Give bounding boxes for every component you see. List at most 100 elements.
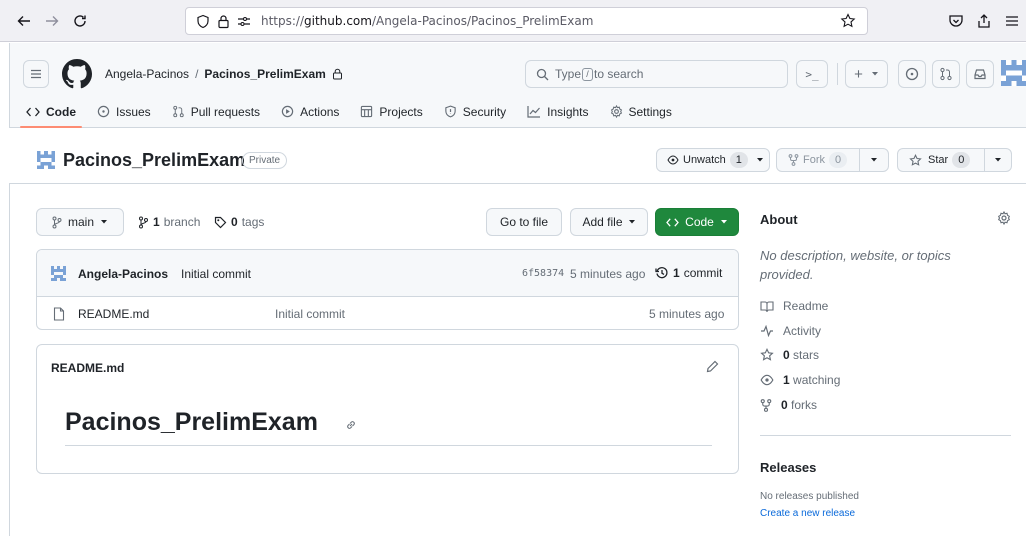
hamburger-button[interactable] xyxy=(23,60,49,88)
code-button[interactable]: Code xyxy=(655,208,739,236)
branch-word: branch xyxy=(163,215,201,229)
star-dropdown-button[interactable] xyxy=(984,148,1012,172)
unwatch-button[interactable]: Unwatch 1 xyxy=(656,148,770,172)
tab-actions[interactable]: Actions xyxy=(281,103,339,128)
stars-count: 0 xyxy=(783,348,790,362)
tag-count: 0 xyxy=(231,215,238,229)
branches-link[interactable]: 1 branch xyxy=(138,215,200,229)
commit-count: 1 xyxy=(673,266,680,280)
back-arrow-icon[interactable] xyxy=(14,11,34,31)
releases-title[interactable]: Releases xyxy=(760,460,816,475)
forks-link[interactable]: 0 forks xyxy=(760,398,817,412)
forks-count: 0 xyxy=(781,398,788,412)
commit-author[interactable]: Angela-Pacinos xyxy=(78,267,168,281)
breadcrumb: Angela-Pacinos / Pacinos_PrelimExam xyxy=(105,67,343,81)
tab-label: Security xyxy=(462,104,507,119)
search-input[interactable]: Type / to search xyxy=(525,60,788,88)
file-list: Angela-Pacinos Initial commit 6f58374 5 … xyxy=(36,249,739,330)
create-new-button[interactable]: + xyxy=(845,60,888,88)
add-file-button[interactable]: Add file xyxy=(570,208,648,236)
tag-icon xyxy=(214,216,227,229)
star-count: 0 xyxy=(952,152,971,168)
browser-toolbar: https://github.com/Angela-Pacinos/Pacino… xyxy=(0,0,1026,42)
branch-icon xyxy=(138,216,149,229)
search-placeholder-prefix: Type xyxy=(555,67,582,81)
commit-author-avatar[interactable] xyxy=(51,266,66,281)
tag-word: tags xyxy=(241,215,265,229)
shield-outline-icon[interactable] xyxy=(196,14,210,29)
lock-icon[interactable] xyxy=(217,14,230,29)
tab-label: Projects xyxy=(379,104,423,119)
readme-link[interactable]: Readme xyxy=(760,299,828,313)
command-palette-button[interactable]: >_ xyxy=(796,60,828,88)
link-icon[interactable] xyxy=(345,419,357,431)
inbox-button[interactable] xyxy=(966,60,994,88)
repo-link[interactable]: Pacinos_PrelimExam xyxy=(204,67,325,81)
about-settings-icon[interactable] xyxy=(997,211,1011,225)
watchers-link[interactable]: 1 watching xyxy=(760,373,840,387)
forward-arrow-icon[interactable] xyxy=(42,11,62,31)
readme-box: README.md Pacinos_PrelimExam xyxy=(36,344,739,474)
commit-hash[interactable]: 6f58374 xyxy=(522,268,564,279)
commit-message[interactable]: Initial commit xyxy=(181,267,251,281)
reload-icon[interactable] xyxy=(70,11,90,31)
tab-issues[interactable]: Issues xyxy=(97,103,151,128)
bookmark-star-icon[interactable] xyxy=(840,13,856,29)
tab-settings[interactable]: Settings xyxy=(610,103,672,128)
file-commit-time: 5 minutes ago xyxy=(649,307,725,321)
caret-down-icon xyxy=(628,220,635,224)
heading-divider xyxy=(65,445,712,446)
code-icon xyxy=(26,106,40,118)
caret-down-icon xyxy=(871,72,878,76)
file-commit-message[interactable]: Initial commit xyxy=(275,307,345,321)
tab-insights[interactable]: Insights xyxy=(527,103,589,128)
star-button[interactable]: Star 0 xyxy=(897,148,985,172)
owner-link[interactable]: Angela-Pacinos xyxy=(105,67,189,81)
fork-label: Fork xyxy=(803,154,825,166)
tab-label: Actions xyxy=(300,104,340,119)
breadcrumb-separator: / xyxy=(195,67,199,81)
repo-title-row: Pacinos_PrelimExam Private Unwatch 1 For… xyxy=(9,129,1026,184)
code-button-label: Code xyxy=(685,215,714,229)
caret-down-icon xyxy=(101,220,107,224)
commit-history-link[interactable]: 1 commit xyxy=(655,266,722,280)
tab-security[interactable]: Security xyxy=(444,103,506,128)
tab-label: Settings xyxy=(628,104,672,119)
pencil-icon[interactable] xyxy=(706,360,719,373)
tags-link[interactable]: 0 tags xyxy=(214,215,264,229)
fork-dropdown-button[interactable] xyxy=(859,148,889,172)
activity-link[interactable]: Activity xyxy=(760,324,821,338)
shield-icon xyxy=(444,105,457,118)
share-icon[interactable] xyxy=(974,11,994,31)
table-row[interactable]: README.md Initial commit 5 minutes ago xyxy=(37,297,738,329)
watching-word: watching xyxy=(793,373,841,387)
create-release-link[interactable]: Create a new release xyxy=(760,508,855,519)
hamburger-icon xyxy=(31,69,41,79)
about-description: No description, website, or topics provi… xyxy=(760,248,951,282)
menu-icon[interactable] xyxy=(1002,11,1022,31)
tab-code[interactable]: Code xyxy=(20,103,82,128)
fork-button[interactable]: Fork 0 xyxy=(776,148,860,172)
readme-filename[interactable]: README.md xyxy=(51,361,124,375)
avatar[interactable] xyxy=(1001,60,1026,86)
stars-link[interactable]: 0 stars xyxy=(760,348,819,362)
permissions-icon[interactable] xyxy=(237,16,251,28)
repo-name[interactable]: Pacinos_PrelimExam xyxy=(63,150,245,171)
pull-request-icon xyxy=(172,105,185,118)
tab-projects[interactable]: Projects xyxy=(360,103,423,128)
issues-button[interactable] xyxy=(898,60,926,88)
search-icon xyxy=(536,68,549,81)
history-icon xyxy=(655,266,669,280)
branch-icon xyxy=(52,216,62,229)
branch-selector[interactable]: main xyxy=(36,208,124,236)
go-to-file-button[interactable]: Go to file xyxy=(486,208,562,236)
pull-requests-button[interactable] xyxy=(932,60,960,88)
address-bar[interactable]: https://github.com/Angela-Pacinos/Pacino… xyxy=(185,7,868,35)
github-logo-icon[interactable] xyxy=(62,59,92,89)
pocket-icon[interactable] xyxy=(946,11,966,31)
caret-down-icon xyxy=(756,158,763,162)
inbox-icon xyxy=(974,69,986,80)
tab-pull-requests[interactable]: Pull requests xyxy=(172,103,260,128)
file-name[interactable]: README.md xyxy=(78,307,149,321)
issue-icon xyxy=(97,105,110,118)
